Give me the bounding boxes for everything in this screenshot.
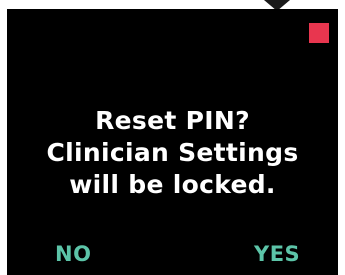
message-line-3: will be locked. — [69, 170, 276, 199]
no-button[interactable]: NO — [55, 241, 91, 267]
message-line-2: Clinician Settings — [46, 138, 299, 167]
message-line-1: Reset PIN? — [95, 106, 250, 135]
device-screen: Reset PIN? Clinician Settings will be lo… — [7, 9, 338, 275]
reset-pin-message: Reset PIN? Clinician Settings will be lo… — [7, 105, 338, 201]
status-indicator-icon — [309, 23, 329, 43]
yes-button[interactable]: YES — [254, 241, 300, 267]
